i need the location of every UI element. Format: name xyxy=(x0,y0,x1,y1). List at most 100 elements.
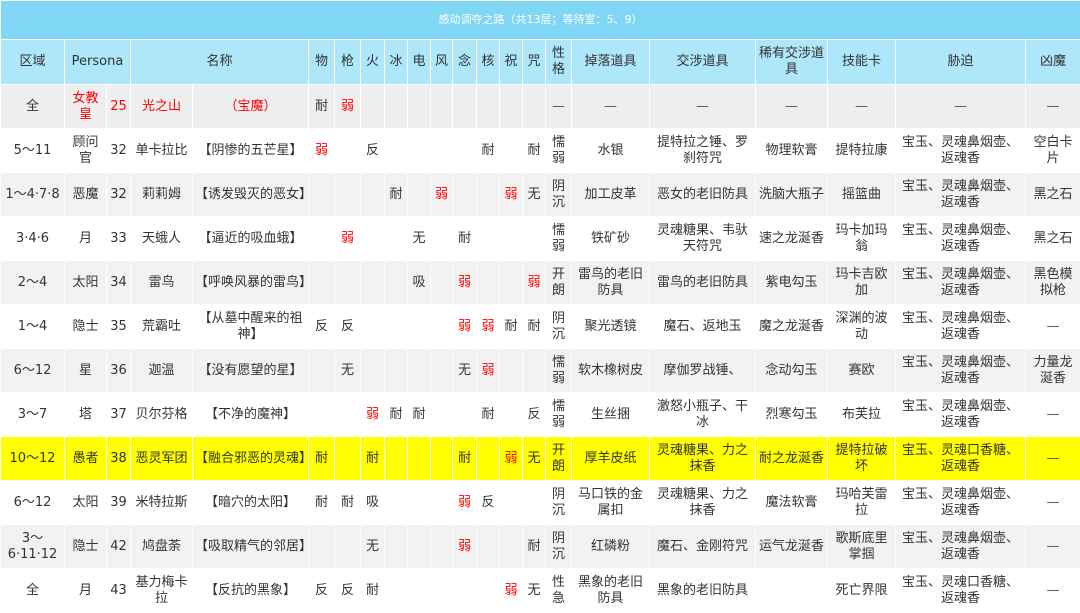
header-cell: 交涉道具 xyxy=(650,40,756,85)
elec-cell xyxy=(408,173,431,217)
name-cell: 基力梅卡拉 xyxy=(131,569,193,613)
title-cell: 【没有愿望的星】 xyxy=(193,349,309,393)
threaten-cell: 宝玉、灵魂口香糖、返魂香 xyxy=(896,437,1026,481)
curse-cell xyxy=(523,85,546,129)
bless-cell xyxy=(500,85,523,129)
header-cell: Persona xyxy=(65,40,131,85)
arcana-cell: 太阳 xyxy=(65,261,107,305)
itemize-cell: — xyxy=(1026,481,1080,525)
table-body: 全女教皇25光之山（宝魔）耐弱———————5～11顾问官32单卡拉比【阴惨的五… xyxy=(1,85,1080,613)
phys-cell xyxy=(309,349,335,393)
curse-cell: 无 xyxy=(523,437,546,481)
personality-cell: — xyxy=(546,85,572,129)
wind-cell xyxy=(431,525,453,569)
gun-cell xyxy=(335,261,361,305)
arcana-cell: 月 xyxy=(65,217,107,261)
psy-cell: 耐 xyxy=(453,217,477,261)
gun-cell: 反 xyxy=(335,305,361,349)
phys-cell xyxy=(309,525,335,569)
wind-cell: 弱 xyxy=(431,173,453,217)
table-row: 全女教皇25光之山（宝魔）耐弱——————— xyxy=(1,85,1080,129)
name-cell: 恶灵军团 xyxy=(131,437,193,481)
personality-cell: 懦弱 xyxy=(546,129,572,173)
rare-item-cell: 速之龙涎香 xyxy=(756,217,828,261)
skill-card-cell: 玛卡吉欧加 xyxy=(828,261,896,305)
name-cell: 单卡拉比 xyxy=(131,129,193,173)
level-cell: 33 xyxy=(107,217,131,261)
title-cell: 【逼近的吸血蛾】 xyxy=(193,217,309,261)
arcana-cell: 女教皇 xyxy=(65,85,107,129)
nuke-cell: 耐 xyxy=(477,393,500,437)
phys-cell: 弱 xyxy=(309,129,335,173)
personality-cell: 懦弱 xyxy=(546,217,572,261)
itemize-cell: — xyxy=(1026,305,1080,349)
threaten-cell: 宝玉、灵魂鼻烟壶、返魂香 xyxy=(896,261,1026,305)
threaten-cell: 宝玉、灵魂鼻烟壶、返魂香 xyxy=(896,217,1026,261)
curse-cell: 无 xyxy=(523,569,546,613)
threaten-cell: 宝玉、灵魂鼻烟壶、返魂香 xyxy=(896,393,1026,437)
skill-card-cell: — xyxy=(828,85,896,129)
ice-cell: 耐 xyxy=(385,393,408,437)
skill-card-cell: 深渊的波动 xyxy=(828,305,896,349)
threaten-cell: 宝玉、灵魂鼻烟壶、返魂香 xyxy=(896,525,1026,569)
rare-item-cell xyxy=(756,569,828,613)
fire-cell: 吸 xyxy=(361,481,385,525)
itemize-cell: — xyxy=(1026,569,1080,613)
name-cell: 雷鸟 xyxy=(131,261,193,305)
name-cell: 贝尔芬格 xyxy=(131,393,193,437)
area-cell: 6～12 xyxy=(1,349,65,393)
level-cell: 35 xyxy=(107,305,131,349)
skill-card-cell: 玛卡加玛翁 xyxy=(828,217,896,261)
rare-item-cell: 耐之龙涎香 xyxy=(756,437,828,481)
area-cell: 6～12 xyxy=(1,481,65,525)
title-cell: 【从墓中醒来的祖神】 xyxy=(193,305,309,349)
header-cell: 咒 xyxy=(523,40,546,85)
gun-cell: 反 xyxy=(335,569,361,613)
header-cell: 物 xyxy=(309,40,335,85)
nuke-cell: 耐 xyxy=(477,129,500,173)
psy-cell xyxy=(453,85,477,129)
area-cell: 全 xyxy=(1,569,65,613)
drop-item-cell: 雷鸟的老旧防具 xyxy=(572,261,650,305)
header-cell: 凶魔 xyxy=(1026,40,1080,85)
name-cell: 莉莉姆 xyxy=(131,173,193,217)
gun-cell xyxy=(335,393,361,437)
arcana-cell: 太阳 xyxy=(65,481,107,525)
header-cell: 祝 xyxy=(500,40,523,85)
rare-item-cell: 紫电勾玉 xyxy=(756,261,828,305)
table-row: 3·4·6月33天蛾人【逼近的吸血蛾】弱无耐懦弱铁矿砂灵魂糖果、韦驮天符咒速之龙… xyxy=(1,217,1080,261)
drop-item-cell: 厚羊皮纸 xyxy=(572,437,650,481)
arcana-cell: 隐士 xyxy=(65,525,107,569)
skill-card-cell: 提特拉破坏 xyxy=(828,437,896,481)
area-cell: 3～7 xyxy=(1,393,65,437)
gun-cell xyxy=(335,173,361,217)
nuke-cell xyxy=(477,261,500,305)
drop-item-cell: 铁矿砂 xyxy=(572,217,650,261)
negotiation-item-cell: 摩伽罗战锤、 xyxy=(650,349,756,393)
level-cell: 43 xyxy=(107,569,131,613)
rare-item-cell: 烈寒勾玉 xyxy=(756,393,828,437)
header-row: 区域 Persona 名称 物 枪 火 冰 电 风 念 核 祝 咒 性格 掉落道… xyxy=(1,40,1080,85)
table-row: 全月43基力梅卡拉【反抗的黑象】反反耐弱无性急黑象的老旧防具黑象的老旧防具死亡界… xyxy=(1,569,1080,613)
elec-cell xyxy=(408,569,431,613)
table-row: 2～4太阳34雷鸟【呼唤风暴的雷鸟】吸弱弱开朗雷鸟的老旧防具雷鸟的老旧防具紫电勾… xyxy=(1,261,1080,305)
skill-card-cell: 死亡界限 xyxy=(828,569,896,613)
header-cell: 技能卡 xyxy=(828,40,896,85)
negotiation-item-cell: 雷鸟的老旧防具 xyxy=(650,261,756,305)
fire-cell: 弱 xyxy=(361,393,385,437)
table-row: 1～4隐士35荒霸吐【从墓中醒来的祖神】反反弱弱耐耐阴沉聚光透镜魔石、返地玉魔之… xyxy=(1,305,1080,349)
elec-cell: 无 xyxy=(408,217,431,261)
curse-cell xyxy=(523,481,546,525)
negotiation-item-cell: 恶女的老旧防具 xyxy=(650,173,756,217)
drop-item-cell: 聚光透镜 xyxy=(572,305,650,349)
threaten-cell: 宝玉、灵魂口香糖、返魂香 xyxy=(896,569,1026,613)
header-cell: 电 xyxy=(408,40,431,85)
phys-cell xyxy=(309,261,335,305)
area-cell: 3～6·11·12 xyxy=(1,525,65,569)
title-cell: 【阴惨的五芒星】 xyxy=(193,129,309,173)
skill-card-cell: 玛哈芙雷拉 xyxy=(828,481,896,525)
phys-cell: 耐 xyxy=(309,481,335,525)
name-cell: 鸠盘荼 xyxy=(131,525,193,569)
drop-item-cell: 软木橡树皮 xyxy=(572,349,650,393)
wind-cell xyxy=(431,129,453,173)
